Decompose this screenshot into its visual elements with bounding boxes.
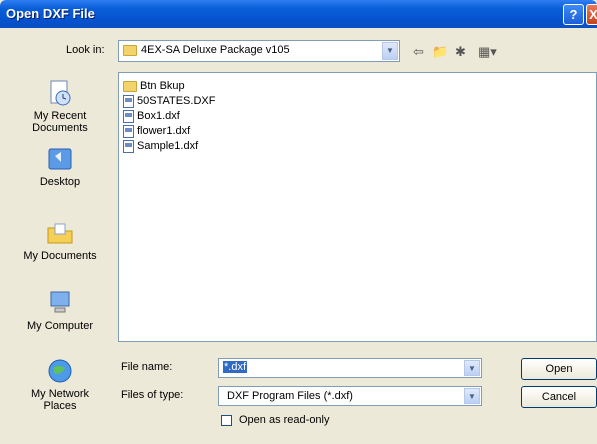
file-type-value: DXF Program Files (*.dxf) <box>227 390 353 402</box>
list-item[interactable]: Btn Bkup <box>123 79 185 94</box>
chevron-down-icon[interactable]: ▼ <box>382 42 398 60</box>
back-arrow-icon[interactable]: ⇦ <box>413 44 424 60</box>
close-button[interactable]: X <box>586 4 597 25</box>
dxf-file-icon <box>123 94 134 108</box>
dxf-file-icon <box>123 139 134 153</box>
cancel-button[interactable]: Cancel <box>521 386 597 408</box>
title-bar[interactable]: Open DXF File ? X <box>0 0 597 28</box>
my-computer-icon <box>50 291 70 313</box>
folder-icon <box>123 80 137 92</box>
list-item[interactable]: flower1.dxf <box>123 124 190 139</box>
list-item[interactable]: Sample1.dxf <box>123 139 198 154</box>
help-button[interactable]: ? <box>563 4 584 25</box>
window-title: Open DXF File <box>6 6 95 21</box>
look-in-dropdown[interactable]: 4EX-SA Deluxe Package v105 ▼ <box>118 40 400 62</box>
dxf-file-icon <box>123 124 134 138</box>
open-button[interactable]: Open <box>521 358 597 380</box>
view-menu-icon[interactable]: ▦▾ <box>478 44 497 60</box>
file-name-field[interactable]: *.dxf ▼ <box>218 358 482 378</box>
chevron-down-icon[interactable]: ▼ <box>464 360 480 376</box>
look-in-label: Look in: <box>66 44 105 56</box>
network-places-icon <box>48 359 72 383</box>
desktop-icon <box>48 148 72 170</box>
file-name-value: *.dxf <box>223 361 248 373</box>
place-desktop[interactable]: Desktop <box>6 144 114 188</box>
place-my-computer[interactable]: My Computer <box>6 288 114 332</box>
place-my-documents[interactable]: My Documents <box>6 218 114 262</box>
folder-icon <box>123 45 137 56</box>
open-dxf-dialog: Open DXF File ? X Look in: 4EX-SA Deluxe… <box>0 0 597 444</box>
read-only-label[interactable]: Open as read-only <box>239 414 330 426</box>
dxf-file-icon <box>123 109 134 123</box>
look-in-value: 4EX-SA Deluxe Package v105 <box>141 44 290 56</box>
list-item[interactable]: Box1.dxf <box>123 109 180 124</box>
places-bar: My Recent Documents Desktop My Documents… <box>6 72 114 420</box>
my-documents-icon <box>47 223 73 244</box>
file-type-dropdown[interactable]: DXF Program Files (*.dxf) ▼ <box>218 386 482 406</box>
recent-documents-icon <box>50 80 71 106</box>
list-item[interactable]: 50STATES.DXF <box>123 94 215 109</box>
up-folder-icon[interactable]: 📁 <box>432 44 448 60</box>
file-name-label: File name: <box>121 361 173 373</box>
place-my-network-places[interactable]: My Network Places <box>6 356 114 412</box>
chevron-down-icon[interactable]: ▼ <box>464 388 480 404</box>
file-type-label: Files of type: <box>121 389 184 401</box>
place-my-recent-documents[interactable]: My Recent Documents <box>6 78 114 134</box>
file-list[interactable]: Btn Bkup 50STATES.DXF Box1.dxf flower1.d… <box>118 72 597 342</box>
new-folder-icon[interactable]: ✱ <box>455 44 466 60</box>
read-only-checkbox[interactable] <box>221 415 232 426</box>
